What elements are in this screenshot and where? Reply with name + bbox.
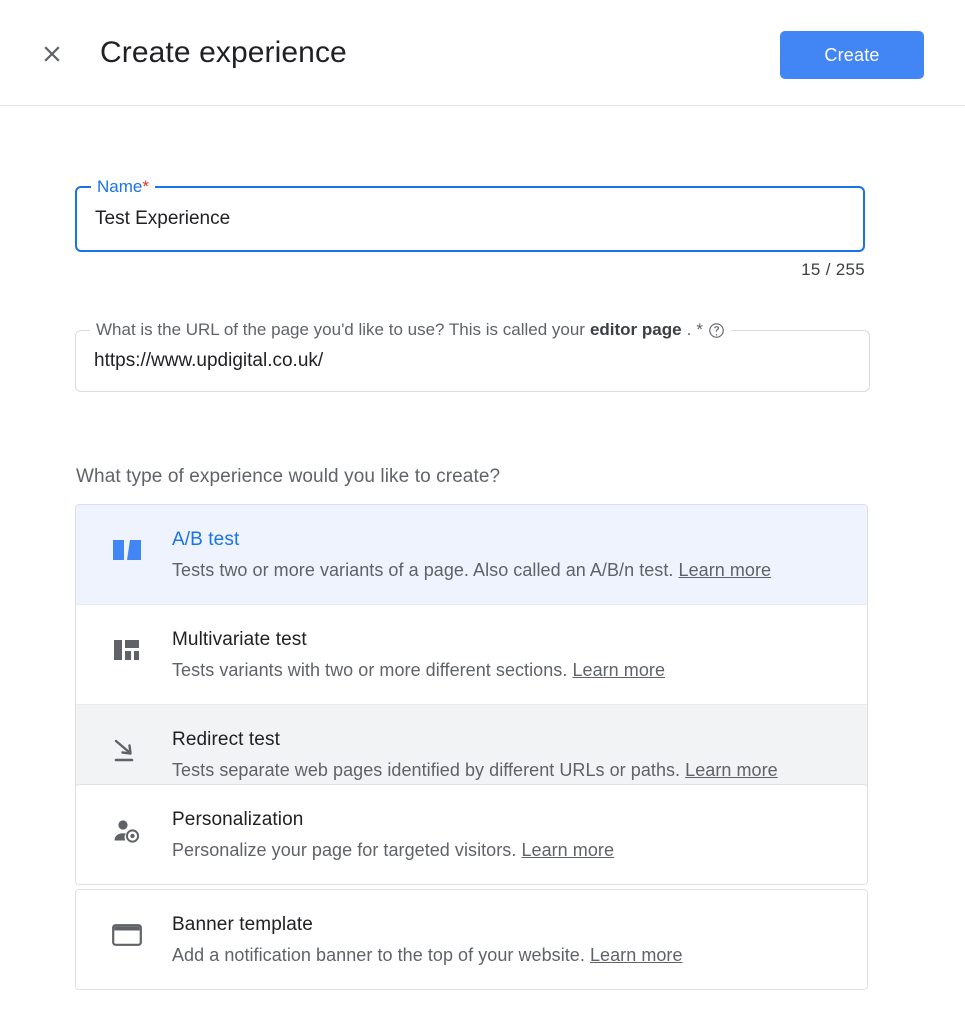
experience-type-group-card: A/B test Tests two or more variants of a…	[75, 504, 868, 805]
option-description: Tests separate web pages identified by d…	[172, 757, 847, 783]
experience-type-option-ab-test[interactable]: A/B test Tests two or more variants of a…	[76, 505, 867, 604]
option-text: A/B test Tests two or more variants of a…	[172, 526, 847, 583]
option-description-text: Tests separate web pages identified by d…	[172, 760, 681, 780]
option-description: Add a notification banner to the top of …	[172, 942, 847, 968]
learn-more-link[interactable]: Learn more	[685, 760, 778, 780]
experience-type-question: What type of experience would you like t…	[76, 466, 501, 487]
option-text: Banner template Add a notification banne…	[172, 911, 847, 968]
option-description-text: Tests two or more variants of a page. Al…	[172, 560, 674, 580]
name-field-group: Name* 15 / 255	[75, 177, 865, 279]
option-text: Multivariate test Tests variants with tw…	[172, 626, 847, 683]
option-description-text: Add a notification banner to the top of …	[172, 945, 585, 965]
multivariate-test-icon	[104, 626, 150, 663]
page-title: Create experience	[100, 36, 347, 69]
option-description-text: Personalize your page for targeted visit…	[172, 840, 517, 860]
option-title: A/B test	[172, 529, 240, 550]
create-button[interactable]: Create	[780, 31, 924, 79]
editor-page-url-group: What is the URL of the page you'd like t…	[75, 320, 870, 392]
option-description: Tests variants with two or more differen…	[172, 657, 847, 683]
option-text: Redirect test Tests separate web pages i…	[172, 726, 847, 783]
create-experience-dialog: Create experience Create Name* 15 / 255 …	[0, 0, 965, 1024]
personalization-icon	[104, 806, 150, 845]
editor-page-url-input[interactable]	[76, 331, 869, 391]
name-char-counter: 15 / 255	[801, 260, 865, 279]
option-text: Personalization Personalize your page fo…	[172, 806, 847, 863]
experience-type-option-personalization[interactable]: Personalization Personalize your page fo…	[76, 785, 867, 884]
learn-more-link[interactable]: Learn more	[521, 840, 614, 860]
option-description: Tests two or more variants of a page. Al…	[172, 557, 847, 583]
option-description-text: Tests variants with two or more differen…	[172, 660, 568, 680]
experience-type-personalization-card: Personalization Personalize your page fo…	[75, 784, 868, 885]
name-field-outline: Name*	[75, 177, 865, 252]
learn-more-link[interactable]: Learn more	[590, 945, 683, 965]
ab-test-icon	[104, 526, 150, 563]
banner-template-icon	[104, 911, 150, 948]
dialog-header: Create experience Create	[0, 0, 965, 106]
editor-page-url-outline: What is the URL of the page you'd like t…	[75, 320, 870, 392]
experience-type-banner-card: Banner template Add a notification banne…	[75, 889, 868, 990]
experience-type-option-multivariate-test[interactable]: Multivariate test Tests variants with tw…	[76, 604, 867, 704]
option-title: Banner template	[172, 914, 313, 935]
option-title: Redirect test	[172, 729, 280, 750]
close-icon[interactable]	[30, 32, 74, 76]
learn-more-link[interactable]: Learn more	[572, 660, 665, 680]
option-title: Multivariate test	[172, 629, 307, 650]
dialog-body: Name* 15 / 255 What is the URL of the pa…	[0, 106, 965, 1024]
option-title: Personalization	[172, 809, 304, 830]
redirect-test-icon	[104, 726, 150, 765]
option-description: Personalize your page for targeted visit…	[172, 837, 847, 863]
learn-more-link[interactable]: Learn more	[679, 560, 772, 580]
experience-type-option-banner-template[interactable]: Banner template Add a notification banne…	[76, 890, 867, 989]
name-input[interactable]	[77, 188, 863, 250]
